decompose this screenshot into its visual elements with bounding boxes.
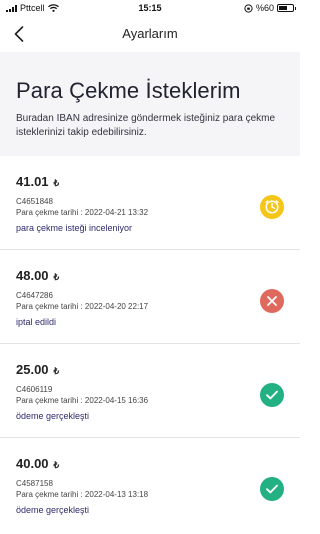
amount-row: 41.01 ₺: [16, 174, 284, 189]
withdrawal-date: Para çekme tarihi : 2022-04-15 16:36: [16, 396, 149, 405]
status-text: ödeme gerçekleşti: [16, 505, 90, 515]
page-header: Para Çekme İsteklerim Buradan IBAN adres…: [0, 52, 300, 156]
withdrawal-item[interactable]: 41.01 ₺ C4651848 Para çekme tarihi : 202…: [0, 156, 300, 250]
status-text: ödeme gerçekleşti: [16, 411, 90, 421]
nav-title: Ayarlarım: [122, 26, 178, 41]
orientation-lock-icon: [244, 3, 253, 13]
status-right: %60: [244, 3, 296, 13]
withdrawal-list: 41.01 ₺ C4651848 Para çekme tarihi : 202…: [0, 156, 300, 532]
request-code: C4606119: [16, 385, 53, 394]
check-icon: [260, 477, 284, 501]
amount: 41.01: [16, 174, 49, 189]
clock-icon: [260, 195, 284, 219]
battery-label: %60: [255, 3, 274, 13]
amount-row: 25.00 ₺: [16, 362, 284, 377]
withdrawal-item[interactable]: 48.00 ₺ C4647286 Para çekme tarihi : 202…: [0, 250, 300, 344]
request-code: C4587158: [16, 479, 53, 488]
page-description: Buradan IBAN adresinize göndermek isteği…: [16, 113, 276, 138]
close-icon: [260, 289, 284, 313]
withdrawal-date: Para çekme tarihi : 2022-04-13 13:18: [16, 490, 149, 499]
currency-symbol: ₺: [53, 460, 60, 470]
battery-icon: [277, 4, 296, 12]
amount: 25.00: [16, 362, 49, 377]
amount: 40.00: [16, 456, 49, 471]
withdrawal-date: Para çekme tarihi : 2022-04-21 13:32: [16, 208, 149, 217]
status-text: iptal edildi: [16, 317, 57, 327]
request-code: C4651848: [16, 197, 53, 206]
amount-row: 48.00 ₺: [16, 268, 284, 283]
status-bar: Pttcell 15:15 %60: [0, 0, 300, 16]
currency-symbol: ₺: [53, 366, 60, 376]
currency-symbol: ₺: [53, 272, 60, 282]
withdrawal-date: Para çekme tarihi : 2022-04-20 22:17: [16, 302, 149, 311]
amount: 48.00: [16, 268, 49, 283]
status-text: para çekme isteği inceleniyor: [16, 223, 133, 233]
withdrawal-item[interactable]: 40.00 ₺ C4587158 Para çekme tarihi : 202…: [0, 438, 300, 532]
currency-symbol: ₺: [53, 178, 60, 188]
withdrawal-item[interactable]: 25.00 ₺ C4606119 Para çekme tarihi : 202…: [0, 344, 300, 438]
request-code: C4647286: [16, 291, 53, 300]
page-title: Para Çekme İsteklerim: [16, 78, 241, 103]
amount-row: 40.00 ₺: [16, 456, 284, 471]
nav-bar: Ayarlarım: [0, 16, 300, 52]
check-icon: [260, 383, 284, 407]
